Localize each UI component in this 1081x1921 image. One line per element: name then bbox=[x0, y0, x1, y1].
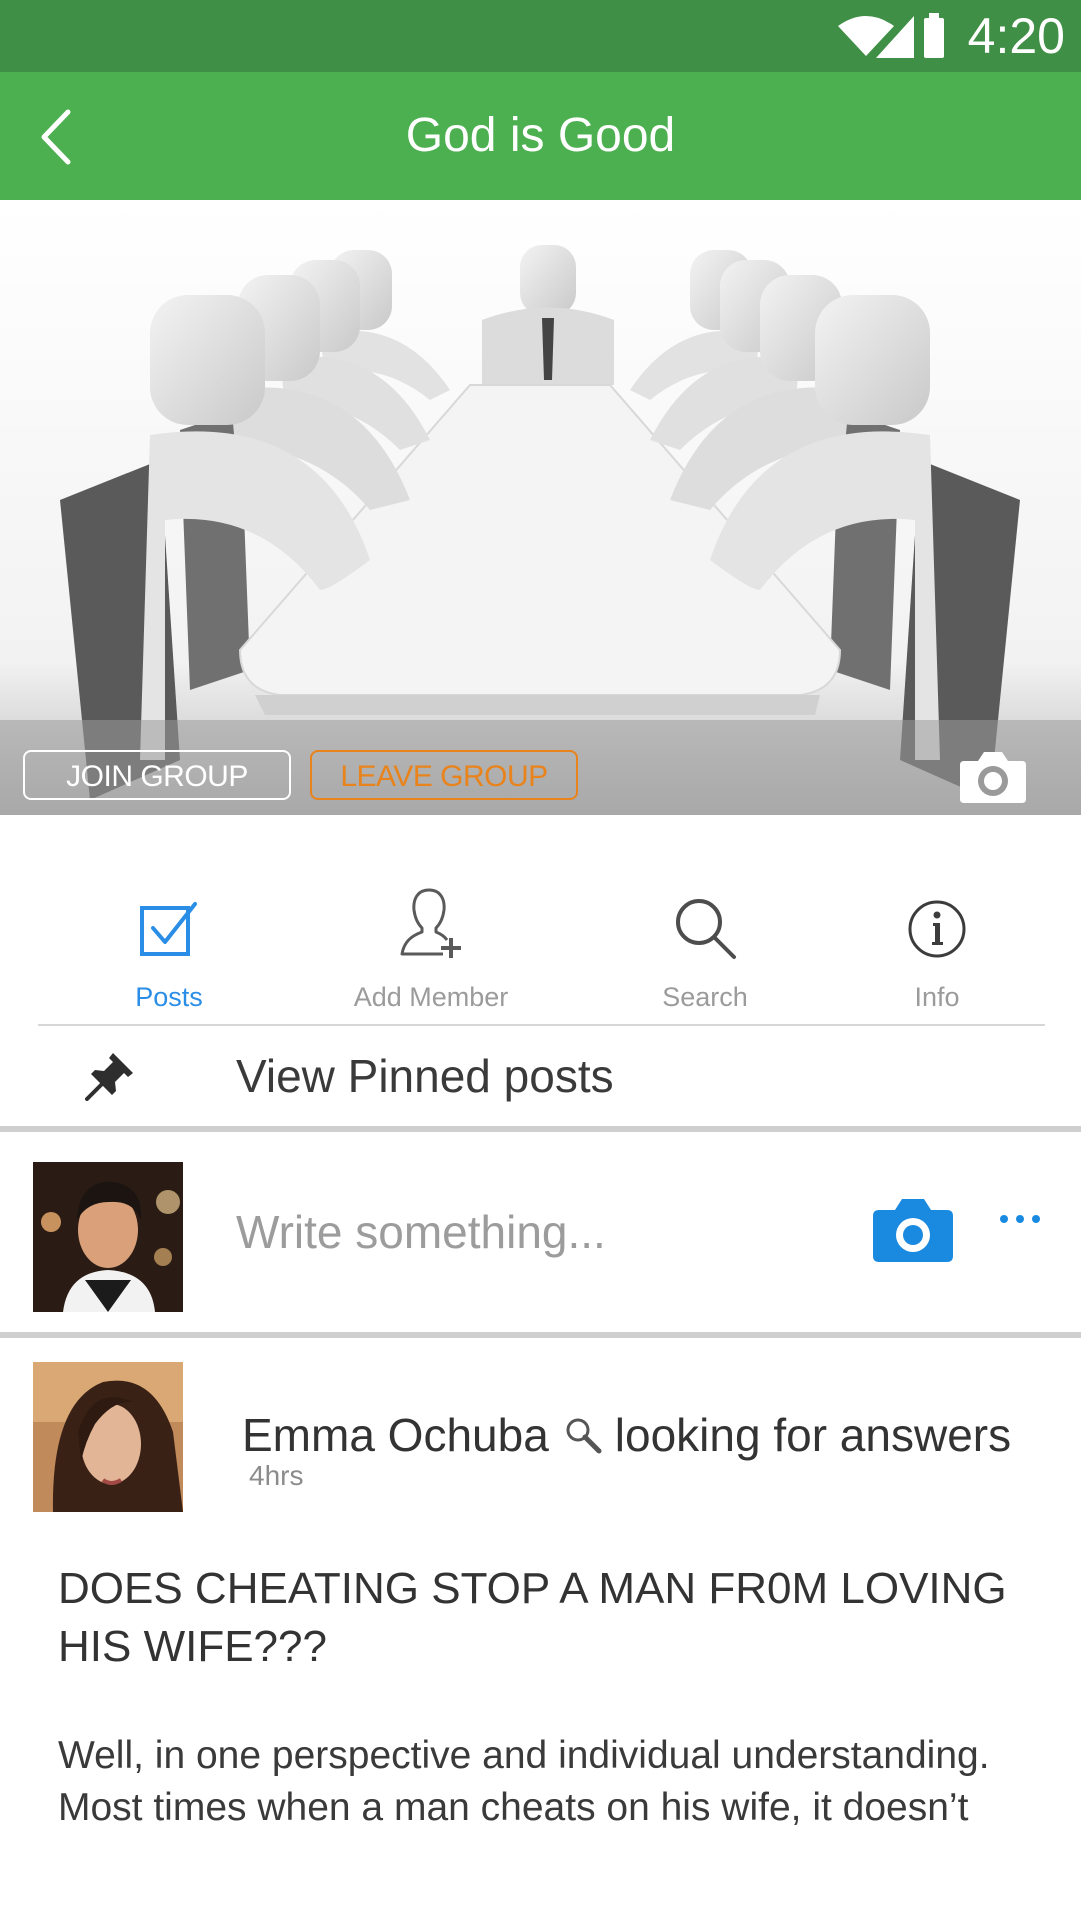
tab-search[interactable]: Search bbox=[605, 880, 805, 1013]
tab-label: Add Member bbox=[353, 982, 509, 1012]
tab-label: Search bbox=[662, 982, 748, 1012]
feed-post: Emma Ochuba looking for answers 4hrs DOE… bbox=[0, 1338, 1081, 1921]
back-button[interactable] bbox=[30, 100, 90, 174]
tab-label: Posts bbox=[135, 982, 203, 1012]
post-title: DOES CHEATING STOP A MAN FR0M LOVING HIS… bbox=[58, 1564, 1007, 1671]
more-icon bbox=[1000, 1215, 1040, 1223]
camera-icon bbox=[873, 1199, 953, 1262]
leave-group-button[interactable]: LEAVE GROUP bbox=[310, 750, 578, 800]
post-author[interactable]: Emma Ochuba bbox=[242, 1409, 549, 1461]
group-tabs: Posts Add Member Search Info bbox=[0, 815, 1081, 1025]
tab-label: Info bbox=[914, 982, 960, 1012]
status-bar: 4:20 bbox=[0, 0, 1081, 72]
search-icon bbox=[676, 899, 736, 959]
page-title: God is Good bbox=[405, 109, 676, 162]
tab-posts[interactable]: Posts bbox=[69, 880, 269, 1013]
more-options-button[interactable] bbox=[998, 1212, 1042, 1230]
avatar[interactable] bbox=[33, 1362, 183, 1512]
magnifier-icon bbox=[566, 1418, 602, 1454]
status-icons bbox=[836, 12, 946, 65]
camera-icon bbox=[960, 752, 1026, 803]
post-author-line: Emma Ochuba looking for answers bbox=[242, 1408, 1011, 1466]
add-photo-button[interactable] bbox=[871, 1196, 955, 1269]
status-time: 4:20 bbox=[967, 8, 1065, 64]
post-composer: Write something... bbox=[0, 1132, 1081, 1332]
conference-table-photo bbox=[0, 200, 1081, 815]
group-cover: JOIN GROUP LEAVE GROUP bbox=[0, 200, 1081, 815]
post-body: Well, in one perspective and individual … bbox=[58, 1734, 990, 1829]
battery-icon bbox=[924, 13, 944, 58]
tab-info[interactable]: Info bbox=[837, 880, 1037, 1013]
post-timestamp: 4hrs bbox=[249, 1460, 304, 1491]
chevron-left-icon bbox=[41, 109, 71, 165]
pinned-posts-label: View Pinned posts bbox=[236, 1050, 614, 1102]
avatar bbox=[33, 1162, 183, 1312]
tab-add-member[interactable]: Add Member bbox=[331, 880, 531, 1013]
post-activity: looking for answers bbox=[614, 1409, 1012, 1461]
join-group-button[interactable]: JOIN GROUP bbox=[23, 750, 291, 800]
view-pinned-posts[interactable]: View Pinned posts bbox=[0, 1026, 1081, 1126]
change-cover-button[interactable] bbox=[958, 747, 1028, 805]
pin-icon bbox=[85, 1053, 133, 1101]
info-icon bbox=[908, 900, 966, 958]
add-member-icon bbox=[400, 888, 461, 958]
checkbox-icon bbox=[140, 902, 197, 956]
write-post-input[interactable]: Write something... bbox=[236, 1192, 836, 1272]
app-bar: God is Good bbox=[0, 72, 1081, 200]
